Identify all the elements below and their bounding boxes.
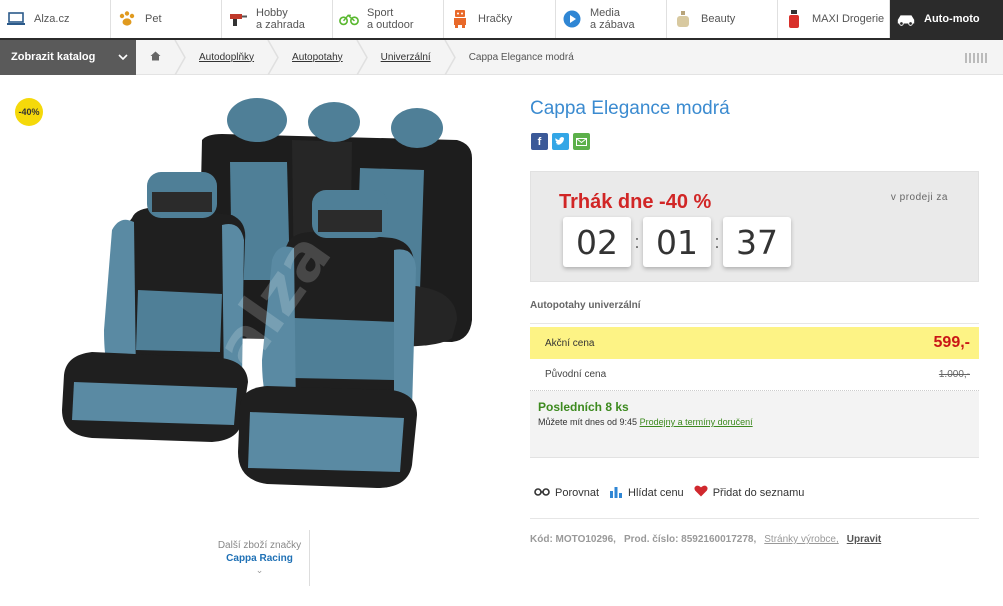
breadcrumb-bar: Zobrazit katalog Autodoplňky Autopotahy … (0, 39, 1003, 75)
chevron-down-icon (118, 51, 128, 63)
deal-headline: Trhák dne -40 % (559, 191, 712, 213)
countdown-seconds: 37 (723, 217, 791, 267)
watch-price-label: Hlídat cenu (628, 486, 684, 499)
action-price-label: Akční cena (545, 337, 595, 349)
bicycle-icon (339, 9, 359, 29)
nav-item-label: MAXI Drogerie (812, 13, 885, 25)
pickup-text: Můžete mít dnes od 9:45 (538, 417, 638, 427)
nav-item-sport[interactable]: Sport a outdoor (333, 0, 444, 38)
countdown-separator: : (634, 231, 640, 252)
breadcrumb-link-autopotahy[interactable]: Autopotahy (292, 52, 343, 63)
pickup-info: Můžete mít dnes od 9:45 Prodejny a termí… (538, 417, 979, 427)
watch-price-button[interactable]: Hlídat cenu (609, 484, 684, 501)
product-actions: Porovnat Hlídat cenu Přidat do seznamu (534, 484, 804, 501)
nav-item-hobby[interactable]: Hobby a zahrada (222, 0, 333, 38)
breadcrumb-separator (356, 39, 368, 75)
heart-icon (694, 485, 708, 500)
spray-icon (784, 9, 804, 29)
chevron-down-icon[interactable]: ⌄ (210, 565, 309, 576)
compare-button[interactable]: Porovnat (534, 484, 599, 501)
action-price-value: 599,- (933, 334, 970, 351)
countdown-hours: 02 (563, 217, 631, 267)
edit-link[interactable]: Upravit (847, 534, 881, 545)
brand-name-link[interactable]: Cappa Racing (210, 553, 309, 564)
breadcrumb-link-autodoplnky[interactable]: Autodoplňky (199, 52, 254, 63)
stores-delivery-link[interactable]: Prodejny a termíny doručení (640, 417, 753, 427)
nav-item-auto-moto[interactable]: Auto-moto (890, 0, 1003, 38)
twitter-icon[interactable] (552, 133, 569, 150)
home-icon[interactable] (150, 51, 161, 64)
drill-icon (228, 9, 248, 29)
nav-item-alza[interactable]: Alza.cz (0, 0, 111, 38)
nav-item-media[interactable]: Media a zábava (556, 0, 667, 38)
product-code: Kód: MOTO10296, (530, 534, 616, 545)
nav-item-label: Media a zábava (590, 7, 635, 31)
divider (530, 518, 979, 519)
product-image[interactable]: alza (52, 90, 482, 500)
add-to-list-button[interactable]: Přidat do seznamu (694, 484, 805, 501)
deal-of-the-day: Trhák dne -40 % v prodeji za 02 : 01 : 3… (530, 171, 979, 282)
product-number: Prod. číslo: 8592160017278, (623, 534, 757, 545)
breadcrumb-separator (267, 39, 279, 75)
nav-item-label: Auto-moto (924, 13, 980, 25)
product-codes: Kód: MOTO10296, Prod. číslo: 85921600172… (530, 534, 881, 545)
robot-icon (450, 9, 470, 29)
manufacturer-link[interactable]: Stránky výrobce, (764, 534, 838, 545)
compare-label: Porovnat (555, 486, 600, 499)
breadcrumb-separator (444, 39, 456, 75)
add-to-list-label: Přidat do seznamu (712, 486, 805, 499)
paw-icon (117, 9, 137, 29)
stock-status: Posledních 8 ks (538, 400, 629, 414)
nav-item-label: Alza.cz (34, 13, 70, 25)
nav-item-pet[interactable]: Pet (111, 0, 222, 38)
price-chart-icon (609, 484, 623, 501)
more-from-brand[interactable]: Další zboží značky Cappa Racing ⌄ (210, 530, 310, 586)
binoculars-icon (534, 486, 550, 499)
play-icon (562, 9, 582, 29)
facebook-icon[interactable]: f (531, 133, 548, 150)
nav-item-label: Sport a outdoor (367, 7, 414, 31)
breadcrumb: Autodoplňky Autopotahy Univerzální Cappa… (136, 39, 574, 75)
countdown-timer: 02 : 01 : 37 (563, 217, 791, 267)
nav-item-label: Beauty (701, 13, 736, 25)
nav-item-drogerie[interactable]: MAXI Drogerie (778, 0, 890, 38)
show-catalog-label: Zobrazit katalog (11, 51, 96, 63)
breadcrumb-link-univerzalni[interactable]: Univerzální (381, 52, 431, 63)
availability-box: Posledních 8 ks Můžete mít dnes od 9:45 … (530, 391, 979, 458)
breadcrumb-current: Cappa Elegance modrá (468, 51, 574, 63)
barcode-icon[interactable] (965, 53, 987, 63)
nav-item-label: Hobby a zahrada (256, 7, 305, 31)
deal-sale-label: v prodeji za (890, 192, 948, 203)
nav-item-label: Pet (145, 13, 162, 25)
category-nav: Alza.cz Pet Hobby a zahrada Sport a outd… (0, 0, 1003, 40)
action-price-row: Akční cena 599,- (530, 327, 979, 359)
car-icon (896, 9, 916, 29)
perfume-icon (673, 9, 693, 29)
original-price-value: 1.000,- (938, 369, 970, 380)
original-price-row: Původní cena 1.000,- (530, 359, 979, 391)
original-price-label: Původní cena (545, 369, 607, 380)
share-buttons: f (531, 133, 590, 150)
countdown-separator: : (714, 231, 720, 252)
divider (530, 323, 979, 324)
countdown-minutes: 01 (643, 217, 711, 267)
nav-item-toys[interactable]: Hračky (444, 0, 556, 38)
discount-badge: -40% (15, 98, 43, 126)
nav-item-label: Hračky (478, 13, 513, 25)
laptop-icon (6, 9, 26, 29)
category-heading: Autopotahy univerzální (530, 300, 641, 311)
breadcrumb-separator (174, 39, 186, 75)
show-catalog-button[interactable]: Zobrazit katalog (0, 39, 136, 75)
more-from-brand-label: Další zboží značky (217, 540, 302, 551)
product-title: Cappa Elegance modrá (530, 98, 730, 119)
email-icon[interactable] (573, 133, 590, 150)
nav-item-beauty[interactable]: Beauty (667, 0, 778, 38)
